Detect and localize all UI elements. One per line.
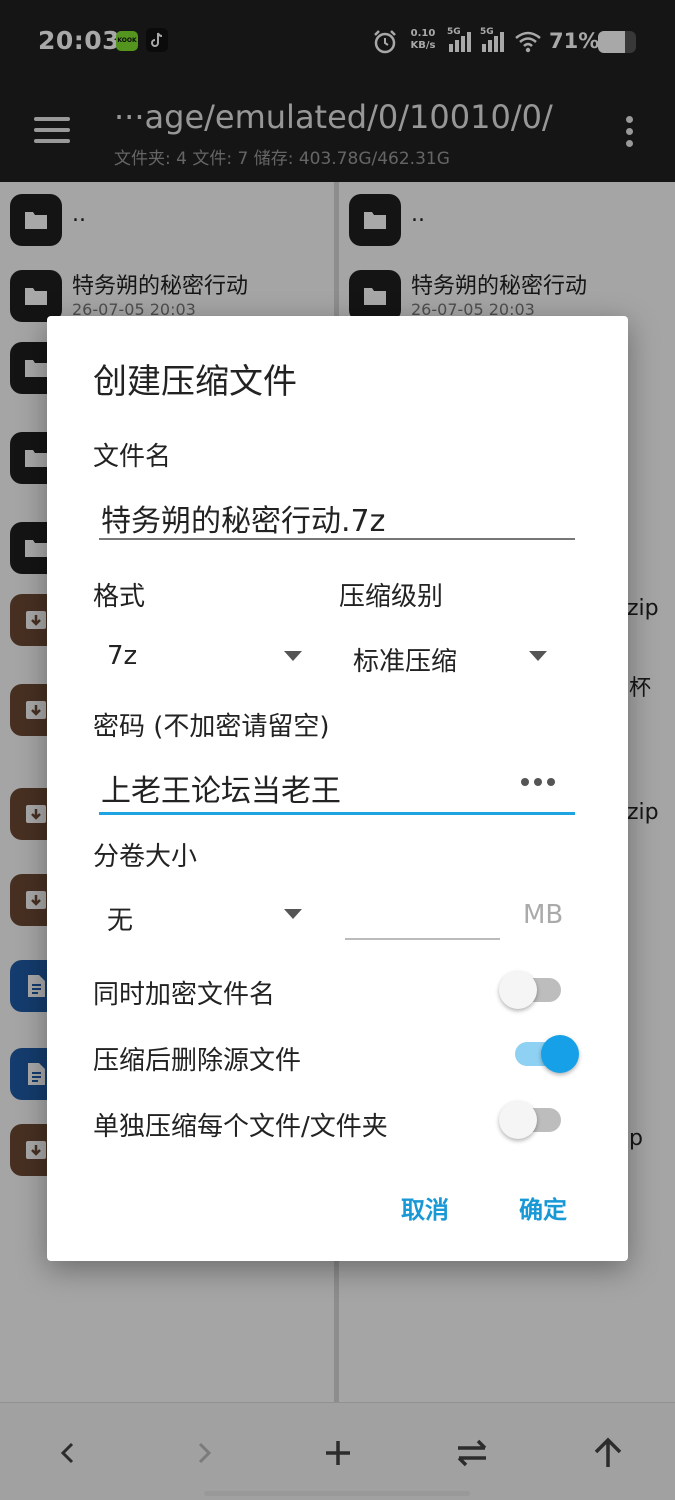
compression-level-label: 压缩级别: [339, 582, 444, 612]
encrypt-filenames-switch[interactable]: [499, 970, 565, 1010]
chevron-down-icon: [529, 651, 547, 661]
toggle-label-separate-archives: 单独压缩每个文件/文件夹: [93, 1112, 388, 1142]
chevron-down-icon: [284, 651, 302, 661]
volume-size-value: 无: [107, 906, 134, 936]
volume-size-input[interactable]: [345, 938, 500, 940]
format-label: 格式: [93, 582, 146, 612]
create-archive-dialog: 创建压缩文件 文件名 特务朔的秘密行动.7z 格式 压缩级别 7z 标准压缩 密…: [47, 316, 628, 1261]
password-input[interactable]: 上老王论坛当老王: [101, 766, 341, 810]
filename-input[interactable]: 特务朔的秘密行动.7z: [101, 496, 385, 540]
dialog-title: 创建压缩文件: [93, 362, 297, 402]
chevron-down-icon: [284, 909, 302, 919]
password-visibility-toggle-icon[interactable]: [521, 778, 555, 790]
filename-label: 文件名: [93, 442, 172, 472]
delete-source-switch[interactable]: [513, 1034, 579, 1074]
cancel-button[interactable]: 取消: [401, 1190, 449, 1225]
compression-level-value: 标准压缩: [353, 647, 458, 677]
password-underline: [99, 812, 575, 815]
toggle-label-encrypt-names: 同时加密文件名: [93, 980, 276, 1010]
volume-size-label: 分卷大小: [93, 842, 198, 872]
home-indicator[interactable]: [204, 1491, 470, 1496]
password-label: 密码 (不加密请留空): [93, 712, 330, 742]
format-value: 7z: [107, 641, 138, 671]
toggle-label-delete-source: 压缩后删除源文件: [93, 1046, 302, 1076]
confirm-button[interactable]: 确定: [519, 1190, 567, 1225]
filename-underline: [99, 538, 575, 540]
volume-unit-label: MB: [523, 900, 564, 930]
separate-archives-switch[interactable]: [499, 1100, 565, 1140]
